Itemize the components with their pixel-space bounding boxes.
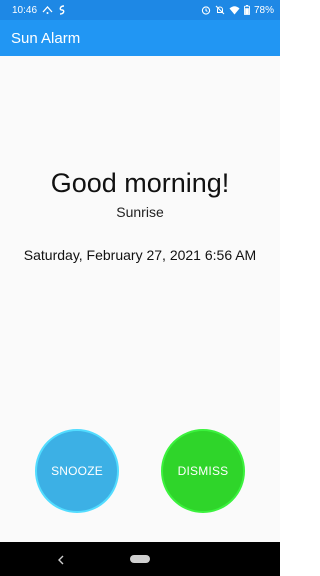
sensors-icon	[42, 5, 53, 15]
status-time: 10:46	[12, 4, 38, 16]
dismiss-button-label: DISMISS	[177, 464, 229, 478]
snooze-button-label: SNOOZE	[51, 464, 103, 478]
greeting-text: Good morning!	[50, 168, 230, 198]
battery-icon	[244, 5, 250, 15]
status-right: 78%	[201, 5, 274, 16]
event-label: Sunrise	[116, 204, 164, 220]
alarm-icon	[201, 5, 211, 15]
data-saver-icon	[58, 5, 66, 15]
battery-percent: 78%	[253, 4, 274, 16]
status-bar: 10:46 78%	[0, 0, 280, 20]
app-title: Sun Alarm	[11, 29, 81, 47]
alarm-datetime: Saturday, February 27, 2021 6:56 AM	[23, 247, 257, 263]
dismiss-button[interactable]: DISMISS	[161, 429, 245, 513]
back-icon[interactable]	[57, 553, 65, 571]
navigation-bar	[0, 542, 280, 576]
wifi-icon	[229, 5, 240, 15]
status-left: 10:46	[12, 5, 66, 16]
home-pill-icon[interactable]	[130, 555, 150, 563]
snooze-button[interactable]: SNOOZE	[35, 429, 119, 513]
app-bar: Sun Alarm	[0, 20, 280, 56]
notifications-off-icon	[215, 5, 225, 15]
